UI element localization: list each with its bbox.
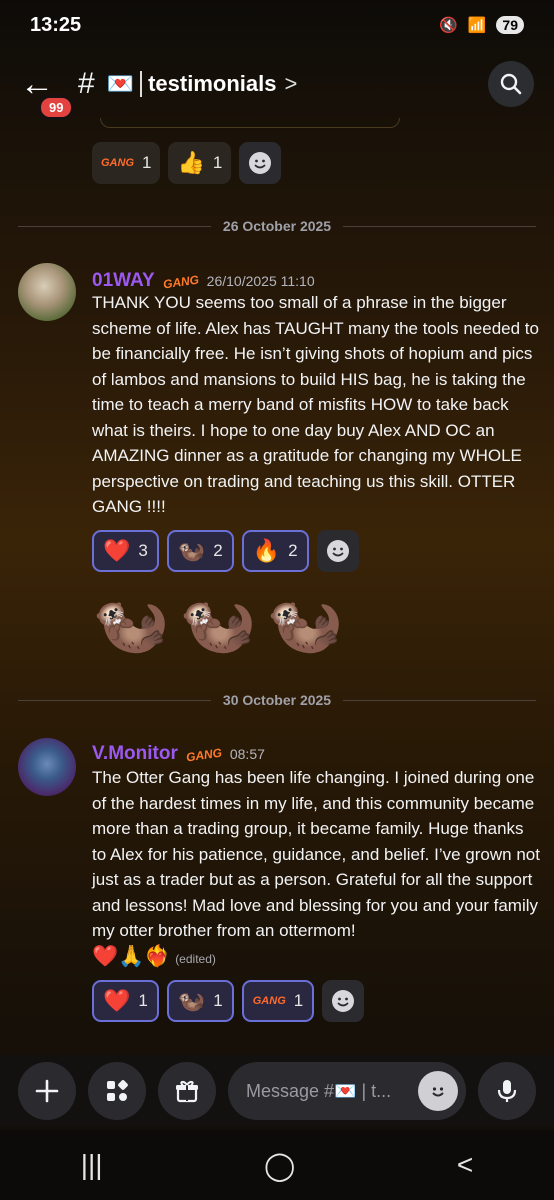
otter-icon: 🦦 (177, 538, 206, 563)
gift-button[interactable] (158, 1062, 216, 1120)
otter-icon: 🦦 (177, 988, 206, 1013)
channel-separator (140, 71, 143, 97)
smiley-icon (432, 1087, 444, 1097)
status-bar: 13:25 🔇 📶 79 (0, 0, 554, 50)
add-reaction-button[interactable] (322, 980, 365, 1022)
search-icon (500, 73, 522, 95)
message-body: The Otter Gang has been life changing. I… (92, 768, 540, 940)
battery-icon: 79 (496, 16, 524, 34)
recent-apps-icon[interactable]: ||| (81, 1149, 103, 1181)
reaction-otter[interactable]: 🦦 2 (166, 530, 234, 572)
reaction-count: 1 (138, 991, 148, 1010)
reaction-count: 2 (213, 541, 223, 560)
reaction-gang[interactable]: GANG 1 (92, 142, 161, 184)
mute-icon: 🔇 (439, 17, 458, 34)
timestamp: 08:57 (229, 746, 265, 762)
back-nav-icon[interactable]: < (457, 1149, 473, 1181)
gang-badge-icon: GANG (161, 272, 200, 292)
message-list[interactable]: GANG 1 👍 1 26 October 2025 01WAY GANG 26… (0, 118, 554, 1048)
status-time: 13:25 (30, 13, 82, 36)
hash-icon: # (78, 67, 95, 100)
reaction-heart[interactable]: ❤️ 3 (92, 530, 159, 572)
divider-date: 26 October 2025 (222, 218, 332, 234)
heart-icon: ❤️ (103, 538, 131, 563)
username[interactable]: V.Monitor (92, 743, 178, 765)
reaction-fire[interactable]: 🔥 2 (241, 530, 309, 572)
trailing-emojis: ❤️🙏❤️‍🔥 (92, 944, 171, 968)
message-header: 01WAY GANG 26/10/2025 11:10 (92, 270, 315, 292)
smiley-icon (249, 152, 272, 174)
avatar[interactable] (18, 738, 76, 796)
otter-icon: 🦦 (92, 589, 170, 658)
apps-icon (107, 1080, 128, 1101)
message-input-placeholder: Message #💌 | t... (246, 1080, 392, 1101)
channel-name[interactable]: testimonials (148, 71, 276, 97)
smiley-icon (326, 540, 349, 562)
divider-line (343, 699, 537, 701)
gang-emoji: GANG (101, 157, 134, 169)
divider-line (343, 225, 537, 227)
reaction-row: ❤️ 3 🦦 2 🔥 2 (92, 530, 359, 572)
username[interactable]: 01WAY (92, 270, 155, 292)
message-input[interactable]: Message #💌 | t... (228, 1062, 466, 1120)
gang-emoji: GANG (252, 995, 286, 1007)
message-text: THANK YOU seems too small of a phrase in… (92, 293, 539, 516)
timestamp: 26/10/2025 11:10 (206, 273, 315, 289)
fire-icon: 🔥 (252, 538, 281, 563)
reaction-gang[interactable]: GANG 1 (241, 980, 315, 1022)
otter-icon: 🦦 (266, 589, 344, 658)
add-attachment-button[interactable] (18, 1062, 76, 1120)
reaction-count: 1 (142, 153, 152, 172)
prev-reaction-row: GANG 1 👍 1 (92, 142, 282, 184)
smiley-icon (332, 990, 355, 1012)
status-icons: 🔇 📶 79 (439, 16, 524, 34)
back-button[interactable]: ← 99 (20, 59, 75, 120)
divider-line (18, 699, 211, 701)
divider-line (18, 225, 211, 227)
reaction-count: 1 (293, 991, 304, 1010)
thumbs-up-icon: 👍 (177, 150, 205, 175)
divider-date: 30 October 2025 (222, 692, 332, 708)
reaction-count: 1 (212, 153, 223, 172)
reaction-count: 1 (213, 991, 223, 1010)
search-button[interactable] (488, 61, 534, 107)
edited-label: (edited) (175, 951, 216, 966)
unread-badge: 99 (38, 95, 75, 120)
avatar[interactable] (18, 263, 76, 321)
channel-emoji: 💌 (106, 71, 135, 96)
message-composer: Message #💌 | t... (0, 1056, 554, 1126)
otter-icon: 🦦 (179, 589, 257, 658)
message-text: The Otter Gang has been life changing. I… (92, 765, 542, 972)
reaction-row: ❤️ 1 🦦 1 GANG 1 (92, 980, 365, 1022)
date-divider: 30 October 2025 (18, 692, 537, 708)
followup-emoji-message: 🦦 🦦 🦦 (92, 593, 344, 655)
reaction-heart[interactable]: ❤️ 1 (92, 980, 159, 1022)
heart-icon: ❤️ (103, 988, 131, 1013)
reaction-thumbs-up[interactable]: 👍 1 (168, 142, 232, 184)
previous-message-tail (100, 118, 400, 128)
voice-message-button[interactable] (478, 1062, 536, 1120)
microphone-icon (497, 1080, 517, 1102)
chevron-right-icon[interactable]: > (284, 71, 297, 97)
reaction-count: 3 (138, 541, 148, 560)
channel-header: ← 99 # 💌 testimonials > (0, 52, 554, 120)
gang-badge-icon: GANG (185, 745, 223, 765)
apps-button[interactable] (88, 1062, 146, 1120)
plus-icon (35, 1079, 59, 1103)
gift-icon (176, 1080, 198, 1103)
add-reaction-button[interactable] (316, 530, 359, 572)
date-divider: 26 October 2025 (18, 218, 537, 234)
home-icon[interactable]: ◯ (264, 1149, 295, 1182)
system-nav-bar: ||| ◯ < (0, 1130, 554, 1200)
message-header: V.Monitor GANG 08:57 (92, 743, 265, 765)
reaction-otter[interactable]: 🦦 1 (166, 980, 234, 1022)
wifi-icon: 📶 (467, 17, 487, 34)
add-reaction-button[interactable] (239, 142, 282, 184)
reaction-count: 2 (288, 541, 298, 560)
emoji-picker-button[interactable] (418, 1071, 458, 1111)
